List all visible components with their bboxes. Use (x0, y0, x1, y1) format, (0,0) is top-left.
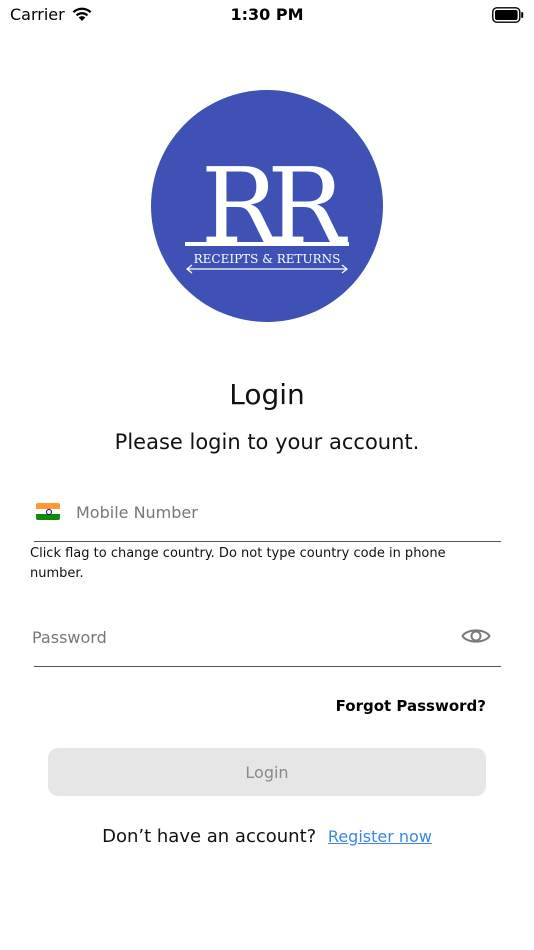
mobile-number-input[interactable] (74, 497, 498, 527)
register-now-link[interactable]: Register now (328, 827, 432, 846)
app-logo: RR RECEIPTS & RETURNS (151, 90, 383, 322)
eye-icon[interactable] (461, 624, 491, 648)
register-prompt: Don’t have an account? (102, 826, 317, 847)
clock: 1:30 PM (230, 5, 304, 24)
logo-wordmark: RECEIPTS & RETURNS (194, 252, 341, 266)
password-input[interactable] (30, 622, 434, 652)
logo-monogram: RR (201, 145, 348, 267)
india-flag-icon[interactable] (36, 503, 60, 520)
logo-emblem: RR RECEIPTS & RETURNS (185, 145, 360, 274)
login-screen: Carrier 1:30 PM RR RECEIPTS & RETURNS Lo… (0, 0, 534, 950)
register-prompt-line: Don’t have an account? Register now (0, 826, 534, 847)
mobile-number-field (34, 495, 501, 542)
password-field (30, 618, 501, 667)
status-bar: Carrier 1:30 PM (0, 0, 534, 30)
page-title: Login (229, 378, 305, 411)
forgot-password-link[interactable]: Forgot Password? (336, 697, 486, 715)
battery-icon (492, 7, 524, 23)
country-help-text: Click flag to change country. Do not typ… (30, 546, 446, 581)
login-button[interactable]: Login (48, 748, 486, 796)
page-subtitle: Please login to your account. (114, 430, 420, 454)
